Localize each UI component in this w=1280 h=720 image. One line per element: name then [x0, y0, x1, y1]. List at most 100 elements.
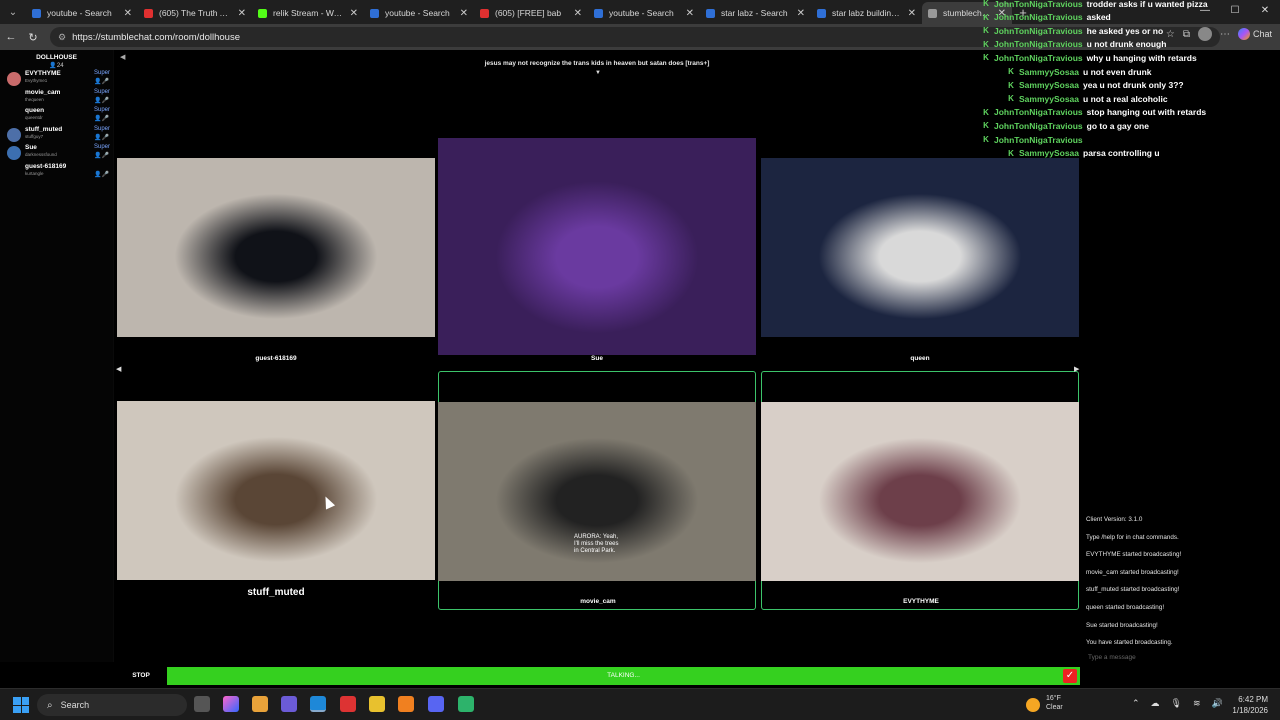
chat-message: K JohnTonNigaTravious stop hanging out wit… [980, 106, 1280, 120]
user-list-item[interactable]: queen queentdr Super 👤🎤 [0, 106, 113, 125]
chat-author[interactable]: SammyySosaa [1019, 67, 1079, 77]
user-status-icon[interactable]: 👤🎤 [94, 152, 109, 159]
close-tab-icon[interactable]: ✕ [797, 8, 805, 19]
close-tab-icon[interactable]: ✕ [350, 8, 358, 19]
browser-tab[interactable]: relik Stream - Watch ✕ [252, 2, 364, 24]
video-tile[interactable]: AURORA: Yeah, I'll miss the trees in Centr… [438, 371, 756, 610]
tab-title: relik Stream - Watch [273, 8, 344, 18]
user-list-item[interactable]: guest-618169 kurtangle 👤🎤 [0, 162, 113, 181]
user-list-item[interactable]: movie_cam thequeen Super 👤🎤 [0, 88, 113, 107]
kick-site-icon: K [983, 107, 989, 117]
video-tile[interactable]: EVYTHYME [761, 371, 1079, 610]
room-topic: jesus may not recognize the trans kids i… [484, 60, 710, 67]
user-status-icon[interactable]: 👤🎤 [94, 97, 109, 104]
browser-tab[interactable]: star labz building - S ✕ [811, 2, 922, 24]
chevron-up-icon[interactable]: ⌃ [1132, 698, 1140, 709]
tab-favicon-icon [258, 8, 267, 18]
task-view-icon[interactable] [194, 696, 210, 712]
weather-widget[interactable]: 16°F Clear [1046, 694, 1063, 712]
prev-page-arrow-icon[interactable]: ◀ [116, 365, 121, 373]
video-feed [761, 158, 1079, 337]
close-tab-icon[interactable]: ✕ [238, 8, 246, 19]
close-tab-icon[interactable]: ✕ [686, 8, 694, 19]
chat-author[interactable]: JohnTonNigaTravious [994, 135, 1083, 145]
next-page-arrow-icon[interactable]: ▶ [1074, 365, 1079, 373]
recorder-icon[interactable] [340, 696, 356, 712]
close-tab-icon[interactable]: ✕ [908, 8, 916, 19]
volume-icon[interactable]: 🔊 [1212, 698, 1223, 709]
close-tab-icon[interactable]: ✕ [460, 8, 468, 19]
taskbar-search[interactable]: ⌕ Search [37, 694, 187, 716]
tab-favicon-icon [594, 8, 603, 18]
chat-text: u not a real alcoholic [1083, 93, 1168, 104]
kick-site-icon: K [983, 26, 989, 36]
chat-author[interactable]: SammyySosaa [1019, 148, 1079, 158]
back-icon[interactable]: ← [0, 31, 22, 43]
file-explorer-icon[interactable] [369, 696, 385, 712]
app-green-icon[interactable] [458, 696, 474, 712]
avatar [7, 146, 21, 160]
network-app-icon[interactable]: ☁ [1151, 698, 1160, 709]
user-list-item[interactable]: Sue darknesssfound Super 👤🎤 [0, 143, 113, 162]
browser-tab[interactable]: (605) The Truth Abo ✕ [138, 2, 252, 24]
video-tile[interactable]: stuff_muted [117, 371, 435, 607]
chat-author[interactable]: SammyySosaa [1019, 80, 1079, 90]
edge-browser-icon[interactable] [310, 696, 326, 712]
chat-author[interactable]: JohnTonNigaTravious [994, 53, 1083, 63]
video-tile[interactable]: guest-618169 [117, 138, 435, 374]
chat-author[interactable]: JohnTonNigaTravious [994, 26, 1083, 36]
stop-broadcast-button[interactable]: STOP [116, 667, 166, 684]
room-user-count: 👤24 [49, 63, 64, 69]
site-info-icon[interactable]: ⚙ [58, 32, 66, 43]
chat-author[interactable]: JohnTonNigaTravious [994, 121, 1083, 131]
browser-tab[interactable]: youtube - Search ✕ [26, 2, 138, 24]
chat-author[interactable]: JohnTonNigaTravious [994, 12, 1083, 22]
clock[interactable]: 6:42 PM 1/18/2026 [1228, 694, 1268, 716]
tab-favicon-icon [32, 8, 41, 18]
browser-tab[interactable]: star labz - Search ✕ [700, 2, 811, 24]
user-status-icon[interactable]: 👤🎤 [94, 115, 109, 122]
system-message: stuff_muted started broadcasting! [1086, 586, 1180, 594]
topic-expand-icon[interactable]: ▼ [595, 70, 601, 76]
role-badge: Super [93, 144, 110, 150]
browser-tab[interactable]: youtube - Search ✕ [588, 2, 700, 24]
avatar [7, 72, 21, 86]
app-icon[interactable] [281, 696, 297, 712]
tab-title: youtube - Search [385, 8, 450, 18]
user-list-item[interactable]: stuff_muted stuffguy7 Super 👤🎤 [0, 125, 113, 144]
user-status-icon[interactable]: 👤🎤 [94, 78, 109, 85]
system-tray: ⌃ ☁ 🎙 ≋ 🔊 [1132, 698, 1223, 709]
video-tile[interactable]: Sue [438, 138, 756, 374]
system-message: queen started broadcasting! [1086, 603, 1165, 611]
close-tab-icon[interactable]: ✕ [574, 8, 582, 19]
talk-lock-checkbox[interactable]: ✓ [1063, 669, 1077, 683]
chat-text: why u hanging with retards [1086, 52, 1197, 63]
browser-tab[interactable]: youtube - Search ✕ [364, 2, 474, 24]
chat-message: K JohnTonNigaTravious u not drunk enough [980, 38, 1280, 52]
wifi-icon[interactable]: ≋ [1193, 698, 1201, 709]
user-status-icon[interactable]: 👤🎤 [94, 171, 109, 178]
microphone-icon[interactable]: 🎙 [1171, 698, 1182, 709]
vlc-icon[interactable] [398, 696, 414, 712]
user-list-item[interactable]: EVYTHYME Evythyme1 Super 👤🎤 [0, 69, 113, 88]
discord-icon[interactable] [428, 696, 444, 712]
copilot-app-icon[interactable] [223, 696, 239, 712]
kick-site-icon: K [983, 135, 989, 145]
windows-start-icon[interactable] [13, 697, 29, 713]
video-feed [117, 158, 435, 337]
push-to-talk-bar[interactable]: TALKING... ✓ [167, 667, 1080, 685]
user-status-icon[interactable]: 👤🎤 [94, 134, 109, 141]
close-tab-icon[interactable]: ✕ [124, 8, 132, 19]
reload-icon[interactable]: ↻ [22, 31, 44, 44]
chat-message-input[interactable]: Type a message [1084, 654, 1274, 668]
video-tile[interactable]: queen [761, 138, 1079, 374]
tab-favicon-icon [706, 8, 715, 18]
chat-author[interactable]: JohnTonNigaTravious [994, 107, 1083, 117]
browser-tab[interactable]: (605) [FREE] bab ✕ [474, 2, 588, 24]
kick-site-icon: K [983, 39, 989, 49]
store-icon[interactable] [252, 696, 268, 712]
tab-list-button[interactable]: ⌄ [0, 0, 26, 24]
chat-author[interactable]: JohnTonNigaTravious [994, 0, 1083, 9]
chat-author[interactable]: JohnTonNigaTravious [994, 39, 1083, 49]
chat-author[interactable]: SammyySosaa [1019, 94, 1079, 104]
